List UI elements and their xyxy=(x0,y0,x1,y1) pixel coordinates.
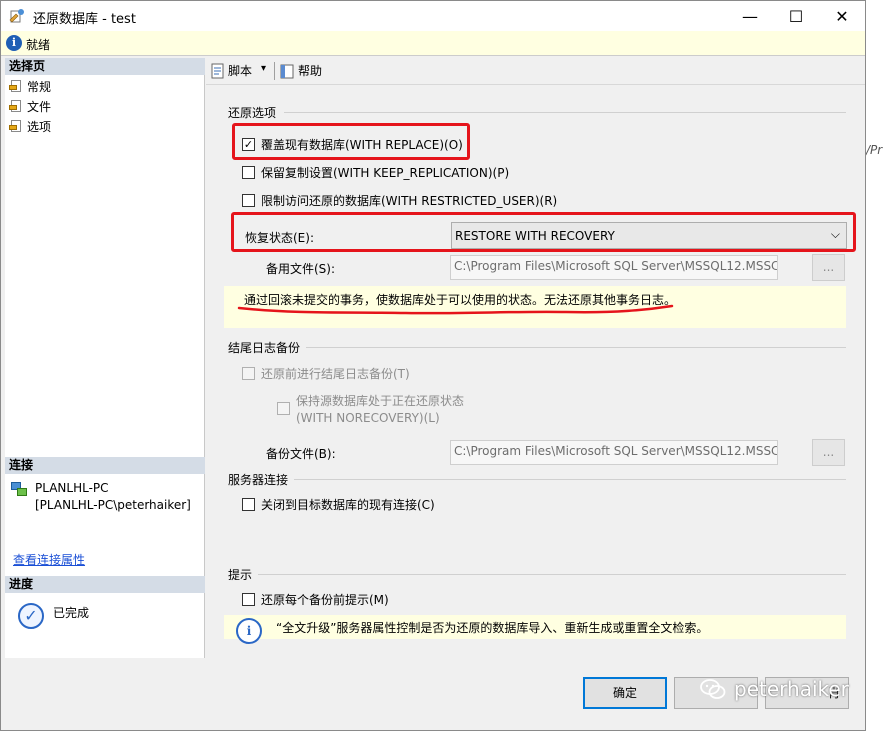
options-page-content: 还原选项 ✓ 覆盖现有数据库(WITH REPLACE)(O) 保留复制设置(W… xyxy=(206,84,865,658)
checkbox-label: 覆盖现有数据库(WITH REPLACE)(O) xyxy=(261,138,463,152)
info-icon: i xyxy=(6,35,22,51)
keep-replication-checkbox[interactable]: 保留复制设置(WITH KEEP_REPLICATION)(P) xyxy=(242,164,509,181)
page-item-label: 文件 xyxy=(27,99,52,114)
watermark: peterhaiker xyxy=(700,677,849,701)
fulltext-info-box: i “全文升级”服务器属性控制是否为还原的数据库导入、重新生成或重置全文检索。 xyxy=(224,615,846,644)
connection-header: 连接 xyxy=(5,457,205,474)
page-item-files[interactable]: 文件 xyxy=(9,97,51,115)
server-connection-icon xyxy=(11,482,29,498)
help-button[interactable]: 帮助 xyxy=(279,62,322,79)
checkbox-box: ✓ xyxy=(242,138,255,151)
view-connection-properties-link[interactable]: 查看连接属性 xyxy=(13,551,85,568)
restore-options-title: 还原选项 xyxy=(228,106,277,120)
background-window: /Pr xyxy=(866,0,883,731)
checkbox-label: 保持源数据库处于正在还原状态 xyxy=(296,394,465,408)
script-dropdown-arrow[interactable]: ▾ xyxy=(261,63,266,74)
leave-restoring-checkbox[interactable]: 保持源数据库处于正在还原状态 (WITH NORECOVERY)(L) xyxy=(277,393,464,427)
connection-user: [PLANLHL-PC\peterhaiker] xyxy=(35,498,191,512)
checkbox-box xyxy=(242,593,255,606)
page-icon xyxy=(9,79,23,93)
server-name: PLANLHL-PC xyxy=(35,481,109,495)
prompt-before-backup-checkbox[interactable]: 还原每个备份前提示(M) xyxy=(242,591,389,608)
overwrite-existing-checkbox[interactable]: ✓ 覆盖现有数据库(WITH REPLACE)(O) xyxy=(242,136,463,153)
page-item-label: 选项 xyxy=(27,119,52,134)
backup-file-browse-button[interactable]: ... xyxy=(812,439,845,466)
progress-status: 已完成 xyxy=(53,606,90,620)
page-item-label: 常规 xyxy=(27,79,52,94)
page-icon xyxy=(9,119,23,133)
tail-log-title: 结尾日志备份 xyxy=(228,341,301,355)
checkbox-label: 关闭到目标数据库的现有连接(C) xyxy=(261,498,435,512)
checkbox-box xyxy=(242,498,255,511)
watermark-text: peterhaiker xyxy=(734,677,849,701)
checkbox-label-secondary: (WITH NORECOVERY)(L) xyxy=(296,411,440,425)
restore-database-dialog: 还原数据库 - test — ☐ ✕ i 就绪 选择页 常规 文件 选项 连接 … xyxy=(0,0,866,731)
backup-file-label: 备份文件(B): xyxy=(266,447,336,461)
group-divider xyxy=(284,112,846,113)
select-page-header: 选择页 xyxy=(5,58,205,75)
title-bar: 还原数据库 - test — ☐ ✕ xyxy=(1,1,865,31)
toolbar: 脚本 ▾ 帮助 xyxy=(206,58,866,83)
chevron-down-icon: ⌵ xyxy=(830,227,840,241)
backup-file-input[interactable]: C:\Program Files\Microsoft SQL Server\MS… xyxy=(450,440,778,465)
checkbox-box xyxy=(277,402,290,415)
info-icon: i xyxy=(236,618,262,644)
ok-button[interactable]: 确定 xyxy=(583,677,667,709)
page-item-general[interactable]: 常规 xyxy=(9,77,51,95)
toolbar-separator xyxy=(274,62,275,80)
close-connections-checkbox[interactable]: 关闭到目标数据库的现有连接(C) xyxy=(242,496,435,513)
wechat-icon xyxy=(700,679,726,699)
checkbox-label: 限制访问还原的数据库(WITH RESTRICTED_USER)(R) xyxy=(261,194,558,208)
prompt-title: 提示 xyxy=(228,568,253,582)
status-text: 就绪 xyxy=(26,38,51,52)
red-underline-annotation xyxy=(237,304,674,315)
script-button[interactable]: 脚本 xyxy=(209,62,252,79)
checkbox-box xyxy=(242,194,255,207)
group-divider xyxy=(258,574,846,575)
standby-file-browse-button[interactable]: ... xyxy=(812,254,845,281)
server-connections-title: 服务器连接 xyxy=(228,473,289,487)
recovery-state-value: RESTORE WITH RECOVERY xyxy=(455,229,615,243)
maximize-button[interactable]: ☐ xyxy=(773,1,819,31)
checkbox-label: 还原前进行结尾日志备份(T) xyxy=(261,367,410,381)
standby-file-label: 备用文件(S): xyxy=(266,262,336,276)
checkbox-label: 还原每个备份前提示(M) xyxy=(261,593,389,607)
script-label: 脚本 xyxy=(228,64,253,78)
help-label: 帮助 xyxy=(298,64,323,78)
completed-check-icon: ✓ xyxy=(18,603,44,629)
fulltext-info-text: “全文升级”服务器属性控制是否为还原的数据库导入、重新生成或重置全文检索。 xyxy=(276,621,709,635)
standby-file-input[interactable]: C:\Program Files\Microsoft SQL Server\MS… xyxy=(450,255,778,280)
checkbox-label: 保留复制设置(WITH KEEP_REPLICATION)(P) xyxy=(261,166,510,180)
checkbox-box xyxy=(242,166,255,179)
page-icon xyxy=(9,99,23,113)
page-item-options[interactable]: 选项 xyxy=(9,117,51,135)
group-divider xyxy=(294,479,846,480)
close-button[interactable]: ✕ xyxy=(819,1,865,31)
script-icon xyxy=(211,63,224,78)
progress-header: 进度 xyxy=(5,576,205,593)
window-title: 还原数据库 - test xyxy=(33,12,136,27)
help-icon xyxy=(280,64,294,78)
checkbox-box xyxy=(242,367,255,380)
background-window-text: /Pr xyxy=(866,143,883,157)
tail-log-backup-checkbox[interactable]: 还原前进行结尾日志备份(T) xyxy=(242,365,410,382)
group-divider xyxy=(306,347,846,348)
connection-info: PLANLHL-PC [PLANLHL-PC\peterhaiker] xyxy=(11,480,191,514)
recovery-state-label: 恢复状态(E): xyxy=(245,231,314,245)
recovery-state-select[interactable]: RESTORE WITH RECOVERY ⌵ xyxy=(451,222,847,249)
restricted-user-checkbox[interactable]: 限制访问还原的数据库(WITH RESTRICTED_USER)(R) xyxy=(242,192,557,209)
restore-database-icon xyxy=(9,9,24,23)
left-pane: 选择页 常规 文件 选项 连接 PLANLHL-PC [PLANLHL-PC\p… xyxy=(5,58,205,658)
status-bar: i 就绪 xyxy=(1,31,865,56)
minimize-button[interactable]: — xyxy=(727,1,773,31)
